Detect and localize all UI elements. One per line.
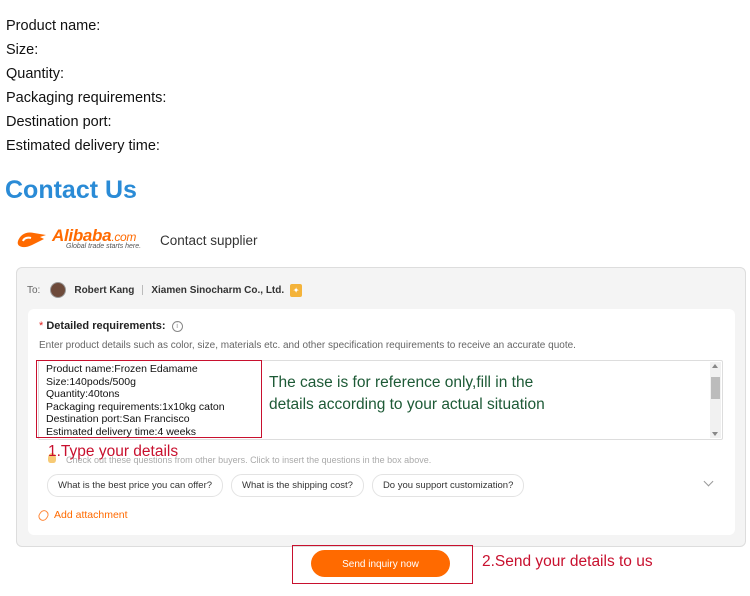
- requirements-hint: Enter product details such as color, siz…: [39, 340, 576, 351]
- requirements-title-text: Detailed requirements:: [46, 320, 166, 332]
- detail-line: Product name:Frozen Edamame: [46, 363, 198, 375]
- step2-annotation: 2.Send your details to us: [482, 553, 653, 570]
- spec-quantity: Quantity:: [6, 66, 65, 82]
- spec-delivery-time: Estimated delivery time:: [6, 138, 160, 154]
- divider: [142, 285, 144, 295]
- textarea-scrollbar[interactable]: [710, 362, 721, 438]
- product-spec-list: Product name: Size: Quantity: Packaging …: [6, 14, 166, 158]
- add-attachment-link[interactable]: Add attachment: [36, 507, 128, 523]
- add-attachment-label: Add attachment: [54, 509, 128, 521]
- recipient-row: To: Robert Kang Xiamen Sinocharm Co., Lt…: [27, 282, 303, 298]
- reference-note: The case is for reference only,fill in t…: [269, 374, 545, 413]
- spec-size: Size:: [6, 42, 39, 58]
- alibaba-tagline: Global trade starts here.: [66, 243, 142, 250]
- send-inquiry-button[interactable]: Send inquiry now: [311, 550, 450, 577]
- alibaba-header: Alibaba.com Global trade starts here. Co…: [14, 226, 258, 254]
- spec-product-name: Product name:: [6, 18, 101, 34]
- recipient-name: Robert Kang: [74, 284, 135, 296]
- supplier-company[interactable]: Xiamen Sinocharm Co., Ltd.: [151, 285, 284, 296]
- paperclip-icon: [36, 507, 51, 523]
- contact-supplier-label: Contact supplier: [160, 232, 258, 248]
- question-chip-best-price[interactable]: What is the best price you can offer?: [47, 474, 224, 497]
- detail-line: Packaging requirements:1x10kg caton: [46, 400, 225, 413]
- details-highlight-box: Product name:Frozen Edamame Size:140pods…: [36, 360, 262, 438]
- contact-us-heading: Contact Us: [5, 176, 137, 204]
- requirements-title: * Detailed requirements: i: [39, 320, 183, 332]
- suggested-questions: What is the best price you can offer? Wh…: [47, 474, 532, 497]
- gold-supplier-icon: ✦: [290, 283, 303, 297]
- detail-line: Quantity:40tons: [46, 388, 120, 401]
- step1-annotation: 1.Type your details: [48, 443, 179, 460]
- scroll-thumb[interactable]: [711, 377, 720, 399]
- info-icon[interactable]: i: [171, 321, 183, 332]
- required-star: *: [39, 320, 44, 332]
- alibaba-smile-icon: [17, 232, 46, 248]
- avatar: [50, 282, 67, 298]
- spec-packaging: Packaging requirements:: [6, 90, 167, 106]
- detail-line: Destination port:San Francisco: [46, 413, 190, 426]
- question-chip-shipping-cost[interactable]: What is the shipping cost?: [231, 474, 364, 497]
- scroll-down-icon[interactable]: [712, 432, 718, 436]
- alibaba-logo[interactable]: Alibaba.com Global trade starts here.: [14, 226, 152, 254]
- detail-line: Size:140pods/500g: [46, 375, 136, 388]
- spec-destination-port: Destination port:: [6, 114, 112, 130]
- question-chip-customization[interactable]: Do you support customization?: [371, 474, 525, 497]
- to-label: To:: [27, 284, 41, 296]
- scroll-up-icon[interactable]: [712, 364, 718, 368]
- detail-line: Estimated delivery time:4 weeks: [46, 425, 196, 438]
